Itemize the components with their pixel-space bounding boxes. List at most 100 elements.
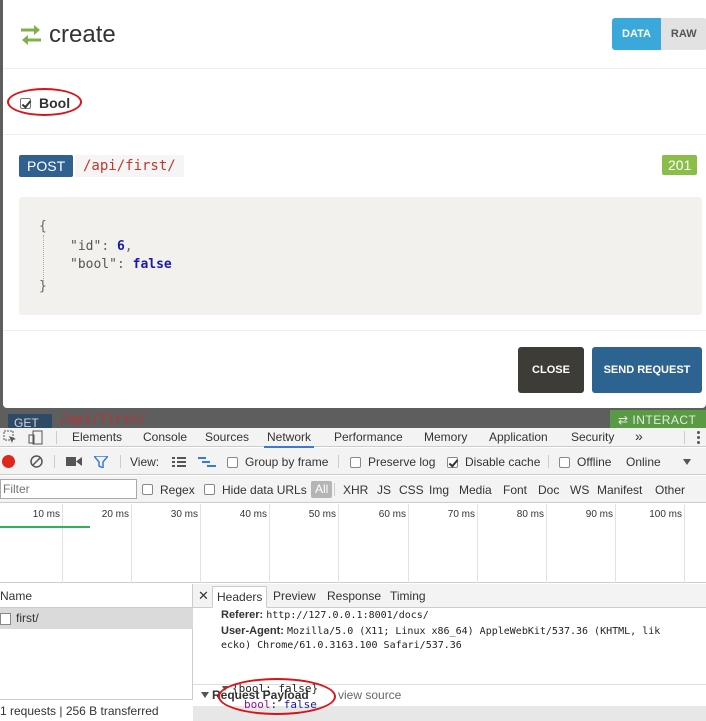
timeline-gridline (338, 504, 339, 583)
tab-memory[interactable]: Memory (424, 428, 467, 446)
hide-data-urls-label[interactable]: Hide data URLs (222, 483, 307, 497)
timeline-gridline (477, 504, 478, 583)
type-filter-xhr[interactable]: XHR (343, 483, 368, 497)
tab-timing[interactable]: Timing (390, 589, 426, 603)
timeline-gridline (131, 504, 132, 583)
timeline-tick: 20 ms (101, 509, 129, 520)
preserve-log-checkbox[interactable] (350, 457, 361, 468)
view-label: View: (130, 455, 160, 469)
json-comma: , (124, 239, 133, 254)
filter-separator (334, 483, 335, 496)
tab-performance[interactable]: Performance (334, 428, 403, 446)
regex-label[interactable]: Regex (160, 483, 195, 497)
throttling-select[interactable]: Online (626, 455, 661, 469)
timeline-tick: 60 ms (378, 509, 406, 520)
timeline-gridline (200, 504, 201, 583)
request-row[interactable]: first/ (0, 608, 193, 629)
filter-input[interactable] (0, 479, 137, 499)
json-line-bool: "bool": false (70, 257, 172, 272)
timeline-request-bar (0, 526, 90, 528)
send-request-button[interactable]: SEND REQUEST (592, 347, 702, 393)
tab-headers[interactable]: Headers (212, 586, 268, 608)
background-endpoint-path: /api/first/ (60, 412, 147, 427)
preserve-log-label[interactable]: Preserve log (368, 455, 435, 469)
waterfall-overview-icon[interactable] (198, 457, 216, 467)
json-key-bool: "bool" (70, 257, 117, 272)
close-icon[interactable]: ✕ (198, 588, 209, 604)
data-view-button[interactable]: DATA (612, 18, 661, 50)
group-by-frame-label[interactable]: Group by frame (245, 455, 328, 469)
timeline-tick: 80 ms (516, 509, 544, 520)
type-filter-ws[interactable]: WS (570, 483, 589, 497)
tab-console[interactable]: Console (143, 428, 187, 446)
group-by-frame-checkbox[interactable] (227, 457, 238, 468)
offline-checkbox[interactable] (559, 457, 570, 468)
tab-application[interactable]: Application (489, 428, 548, 446)
modal-header: create DATA RAW (3, 0, 706, 69)
view-toggle: DATA RAW (612, 18, 706, 50)
timeline-gridline (684, 504, 685, 583)
json-close-brace: } (39, 279, 47, 294)
json-line-id: "id": 6, (70, 239, 133, 254)
toolbar-separator (120, 455, 121, 468)
hide-data-urls-checkbox[interactable] (204, 484, 215, 495)
detail-tabbar: ✕ Headers Preview Response Timing (193, 584, 706, 608)
raw-view-button[interactable]: RAW (660, 18, 706, 50)
status-badge: 201 (662, 155, 698, 175)
tab-preview[interactable]: Preview (273, 589, 316, 603)
user-agent-value: Mozilla/5.0 (X11; Linux x86_64) AppleWeb… (287, 626, 661, 637)
kebab-menu-icon[interactable] (697, 431, 700, 444)
inspect-element-icon[interactable] (3, 430, 17, 444)
tab-response[interactable]: Response (327, 589, 381, 603)
type-filter-media[interactable]: Media (459, 483, 492, 497)
chevron-down-icon[interactable] (683, 459, 691, 465)
network-timeline[interactable]: 10 ms 20 ms 30 ms 40 ms 50 ms 60 ms 70 m… (0, 504, 706, 583)
type-filter-css[interactable]: CSS (399, 483, 424, 497)
expand-arrow-icon[interactable] (201, 692, 209, 698)
parameters-section: Bool (3, 69, 706, 135)
timeline-tick: 10 ms (32, 509, 60, 520)
type-filter-font[interactable]: Font (503, 483, 527, 497)
tab-elements[interactable]: Elements (72, 428, 122, 446)
close-button[interactable]: CLOSE (518, 347, 584, 393)
type-filter-other[interactable]: Other (655, 483, 685, 497)
type-filter-all[interactable]: All (311, 481, 333, 498)
json-value-id: 6 (116, 239, 125, 254)
devtools-panel: Elements Console Sources Network Perform… (0, 428, 706, 721)
background-endpoint-row: GET /api/first/ ⇄ INTERACT (0, 408, 706, 428)
tab-sources[interactable]: Sources (205, 428, 249, 446)
toolbar-separator (548, 455, 549, 468)
clear-icon[interactable] (30, 455, 43, 468)
disable-cache-checkbox[interactable] (447, 457, 458, 468)
tab-security[interactable]: Security (571, 428, 614, 446)
view-source-link[interactable]: view source (338, 688, 401, 702)
timeline-tick: 90 ms (585, 509, 613, 520)
type-filter-js[interactable]: JS (377, 483, 391, 497)
modal-title: create (49, 21, 116, 48)
timeline-gridline (62, 504, 63, 583)
timeline-tick: 30 ms (170, 509, 198, 520)
more-tabs-button[interactable]: » (635, 428, 643, 444)
tab-network[interactable]: Network (264, 428, 315, 448)
regex-checkbox[interactable] (142, 484, 153, 495)
user-agent-continued: ecko) Chrome/61.0.3163.100 Safari/537.36 (221, 639, 462, 651)
record-icon[interactable] (2, 455, 15, 468)
type-filter-manifest[interactable]: Manifest (597, 483, 642, 497)
json-key-id: "id" (70, 239, 102, 254)
name-column-header[interactable]: Name (0, 584, 193, 608)
timeline-tick: 50 ms (308, 509, 336, 520)
swap-arrows-icon (21, 25, 41, 45)
video-camera-icon[interactable] (66, 456, 82, 467)
large-rows-icon[interactable] (172, 457, 186, 467)
type-filter-doc[interactable]: Doc (538, 483, 559, 497)
response-section: POST /api/first/ 201 { "id": 6, "bool": … (3, 135, 706, 331)
offline-label[interactable]: Offline (577, 455, 611, 469)
user-agent-label: User-Agent: (221, 625, 284, 637)
annotation-circle (7, 88, 82, 116)
disable-cache-label[interactable]: Disable cache (465, 455, 540, 469)
filter-funnel-icon[interactable] (94, 456, 108, 468)
type-filter-img[interactable]: Img (429, 483, 449, 497)
response-body: { "id": 6, "bool": false } (19, 197, 702, 315)
referer-label: Referer: (221, 609, 264, 621)
device-toolbar-icon[interactable] (28, 430, 44, 445)
